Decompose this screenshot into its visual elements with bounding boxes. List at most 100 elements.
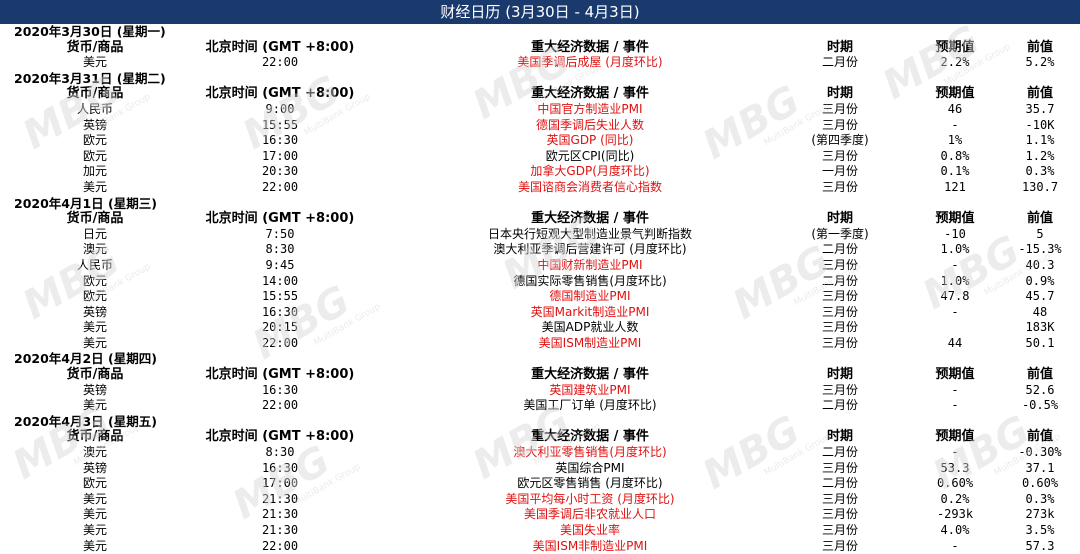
cell-previous: 37.1 xyxy=(1025,460,1055,475)
cell-currency: 美元 xyxy=(82,335,107,350)
cell-previous: 45.7 xyxy=(1025,289,1055,304)
table-row: 美元 20:15 美国ADP就业人数 三月份 183K xyxy=(0,320,1080,336)
cell-event: 澳大利亚季调后营建许可 (月度环比) xyxy=(493,242,687,257)
cell-time: 20:15 xyxy=(261,320,299,335)
header-forecast: 预期值 xyxy=(935,367,975,383)
cell-forecast: 0.1% xyxy=(940,164,970,179)
cell-forecast: 2.2% xyxy=(940,55,970,70)
date-row: 2020年4月3日 (星期五) xyxy=(0,414,1080,430)
header-row: 货币/商品 北京时间 (GMT +8:00) 重大经济数据 / 事件 时期 预期值 前值 xyxy=(0,367,1080,383)
cell-forecast: - xyxy=(951,304,959,319)
header-previous: 前值 xyxy=(1026,39,1053,55)
cell-time: 16:30 xyxy=(261,382,299,397)
cell-currency: 英镑 xyxy=(82,304,107,319)
cell-previous: 40.3 xyxy=(1025,257,1055,272)
cell-forecast: 0.60% xyxy=(936,476,974,491)
header-time: 北京时间 (GMT +8:00) xyxy=(205,429,355,445)
cell-event: 日本央行短观大型制造业景气判断指数 xyxy=(487,226,692,241)
cell-period: 二月份 xyxy=(821,273,858,288)
cell-forecast: 44 xyxy=(947,335,963,350)
cell-period: 二月份 xyxy=(821,55,858,70)
cell-previous: 183K xyxy=(1025,320,1055,335)
header-previous: 前值 xyxy=(1026,429,1053,445)
cell-event: 美国季调后非农就业人口 xyxy=(523,507,656,522)
header-period: 时期 xyxy=(826,429,853,445)
cell-period: 三月份 xyxy=(821,382,858,397)
cell-time: 15:55 xyxy=(261,289,299,304)
cell-previous: 0.3% xyxy=(1025,491,1055,506)
cell-time: 21:30 xyxy=(261,491,299,506)
header-period: 时期 xyxy=(826,39,853,55)
cell-period: 三月份 xyxy=(821,460,858,475)
cell-forecast: - xyxy=(951,398,959,413)
cell-currency: 欧元 xyxy=(82,148,107,163)
cell-forecast: 1.0% xyxy=(940,242,970,257)
cell-currency: 英镑 xyxy=(82,460,107,475)
cell-currency: 美元 xyxy=(82,523,107,537)
cell-previous: 1.2% xyxy=(1025,148,1055,163)
cell-event: 英国GDP (同比) xyxy=(546,133,634,148)
header-forecast: 预期值 xyxy=(935,429,975,445)
cell-previous: 0.3% xyxy=(1025,164,1055,179)
cell-time: 20:30 xyxy=(261,164,299,179)
cell-event: 英国建筑业PMI xyxy=(549,382,631,397)
cell-time: 22:00 xyxy=(261,179,299,194)
cell-time: 16:30 xyxy=(261,304,299,319)
cell-forecast: 4.0% xyxy=(940,523,970,537)
header-currency: 货币/商品 xyxy=(66,429,124,445)
header-currency: 货币/商品 xyxy=(66,211,124,227)
cell-time: 22:00 xyxy=(261,335,299,350)
cell-period: 三月份 xyxy=(821,335,858,350)
cell-period: 三月份 xyxy=(821,257,858,272)
day-date: 2020年4月2日 (星期四) xyxy=(14,351,157,367)
table-row: 美元 21:30 美国失业率 三月份 4.0% 3.5% xyxy=(0,523,1080,539)
table-row: 欧元 16:30 英国GDP (同比) (第四季度) 1% 1.1% xyxy=(0,133,1080,149)
cell-period: 三月份 xyxy=(821,101,858,116)
cell-previous: -0.30% xyxy=(1018,445,1062,460)
cell-forecast: 0.8% xyxy=(940,148,970,163)
table-row: 美元 21:30 美国平均每小时工资 (月度环比) 三月份 0.2% 0.3% xyxy=(0,492,1080,508)
cell-forecast: 47.8 xyxy=(940,289,970,304)
day-date: 2020年4月3日 (星期五) xyxy=(14,413,157,429)
header-row: 货币/商品 北京时间 (GMT +8:00) 重大经济数据 / 事件 时期 预期值 前值 xyxy=(0,40,1080,56)
cell-forecast: 1% xyxy=(947,133,963,148)
cell-event: 德国制造业PMI xyxy=(549,289,631,304)
table-row: 英镑 16:30 英国综合PMI 三月份 53.3 37.1 xyxy=(0,461,1080,477)
cell-forecast: -10 xyxy=(944,226,966,241)
cell-period: 三月份 xyxy=(821,289,858,304)
cell-period: 三月份 xyxy=(821,491,858,506)
header-row: 货币/商品 北京时间 (GMT +8:00) 重大经济数据 / 事件 时期 预期值 前值 xyxy=(0,429,1080,445)
cell-currency: 美元 xyxy=(82,491,107,506)
header-currency: 货币/商品 xyxy=(66,39,124,55)
header-previous: 前值 xyxy=(1026,367,1053,383)
cell-event: 德国季调后失业人数 xyxy=(535,117,644,132)
cell-previous: 1.1% xyxy=(1025,133,1055,148)
header-time: 北京时间 (GMT +8:00) xyxy=(205,86,355,102)
table-row: 人民币 9:00 中国官方制造业PMI 三月份 46 35.7 xyxy=(0,102,1080,118)
cell-period: 二月份 xyxy=(821,398,858,413)
cell-currency: 英镑 xyxy=(82,117,107,132)
day-date: 2020年4月1日 (星期三) xyxy=(14,195,157,211)
cell-previous: 50.1 xyxy=(1025,335,1055,350)
cell-currency: 日元 xyxy=(82,226,107,241)
cell-currency: 人民币 xyxy=(76,101,113,116)
cell-forecast: 121 xyxy=(944,179,966,194)
cell-currency: 人民币 xyxy=(76,257,113,272)
cell-event: 美国工厂订单 (月度环比) xyxy=(523,398,657,413)
table-row: 美元 22:00 美国工厂订单 (月度环比) 二月份 - -0.5% xyxy=(0,398,1080,414)
date-row: 2020年3月30日 (星期一) xyxy=(0,24,1080,40)
cell-time: 9:45 xyxy=(265,257,295,272)
cell-period: 一月份 xyxy=(821,164,858,179)
cell-period: 三月份 xyxy=(821,117,858,132)
cell-previous: -10K xyxy=(1025,117,1055,132)
cell-event: 中国官方制造业PMI xyxy=(537,101,643,116)
day-date: 2020年3月31日 (星期二) xyxy=(14,70,166,86)
cell-event: 美国ADP就业人数 xyxy=(541,320,639,335)
cell-previous: 130.7 xyxy=(1021,179,1059,194)
header-time: 北京时间 (GMT +8:00) xyxy=(205,39,355,55)
cell-period: 三月份 xyxy=(821,179,858,194)
table-row: 澳元 8:30 澳大利亚零售销售(月度环比) 二月份 - -0.30% xyxy=(0,445,1080,461)
date-row: 2020年3月31日 (星期二) xyxy=(0,71,1080,87)
header-forecast: 预期值 xyxy=(935,211,975,227)
table-row: 日元 7:50 日本央行短观大型制造业景气判断指数 (第一季度) -10 5 xyxy=(0,227,1080,243)
